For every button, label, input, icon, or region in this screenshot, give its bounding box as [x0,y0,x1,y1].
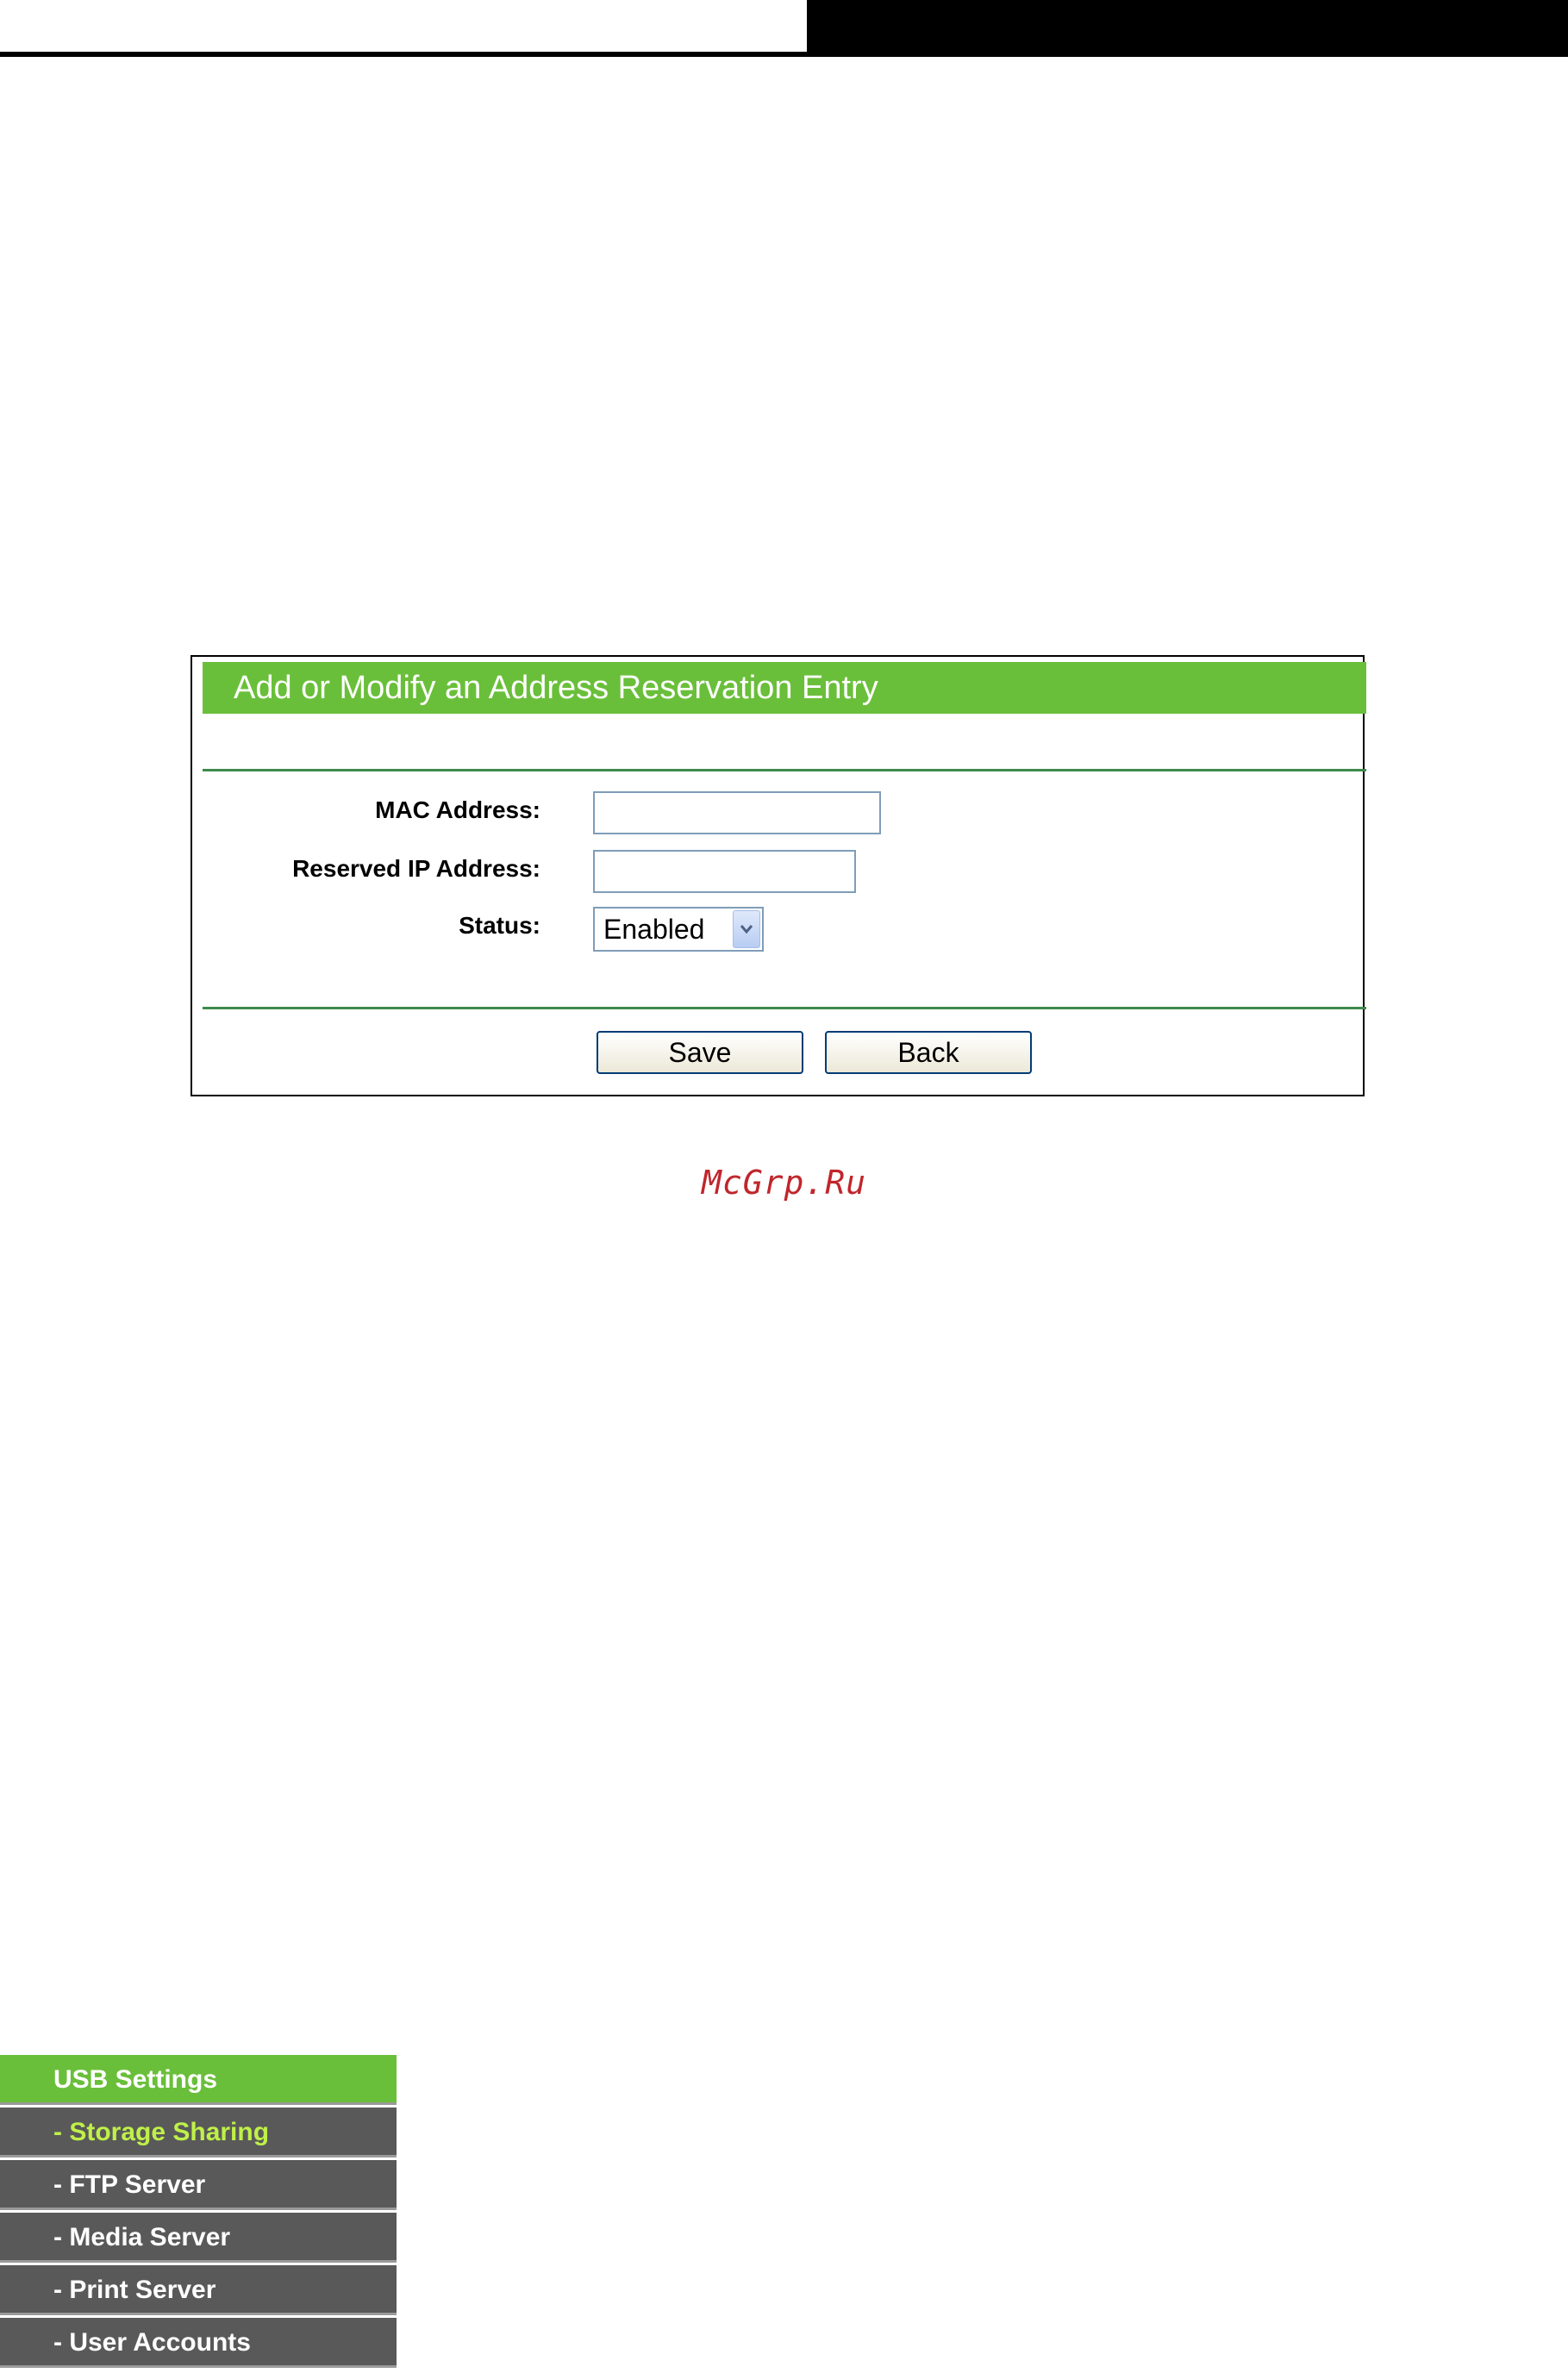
chevron-down-icon[interactable] [733,910,760,948]
menu-item-storage-sharing[interactable]: - Storage Sharing [0,2108,397,2158]
mac-address-label: MAC Address: [375,796,540,823]
menu-item-ftp-server[interactable]: - FTP Server [0,2160,397,2210]
address-reservation-panel: Add or Modify an Address Reservation Ent… [191,655,1366,1096]
menu-item-print-server[interactable]: - Print Server [0,2265,397,2315]
divider-bottom [203,1007,1366,1009]
reserved-ip-input[interactable] [593,850,856,893]
usb-settings-menu: USB Settings - Storage Sharing - FTP Ser… [0,2055,397,2370]
header-black-box [807,0,1568,57]
status-select[interactable]: Enabled [593,907,764,952]
menu-header-usb-settings[interactable]: USB Settings [0,2055,397,2105]
watermark: McGrp.Ru [702,1164,867,1202]
save-button[interactable]: Save [597,1031,803,1074]
status-label: Status: [459,912,540,939]
mac-address-input[interactable] [593,791,881,834]
panel-title: Add or Modify an Address Reservation Ent… [203,662,1366,714]
reserved-ip-label: Reserved IP Address: [292,855,540,882]
status-select-value: Enabled [603,914,705,945]
divider-top [203,769,1366,771]
menu-item-media-server[interactable]: - Media Server [0,2213,397,2263]
header-rule [0,52,1568,57]
menu-item-user-accounts[interactable]: - User Accounts [0,2318,397,2368]
back-button[interactable]: Back [825,1031,1032,1074]
